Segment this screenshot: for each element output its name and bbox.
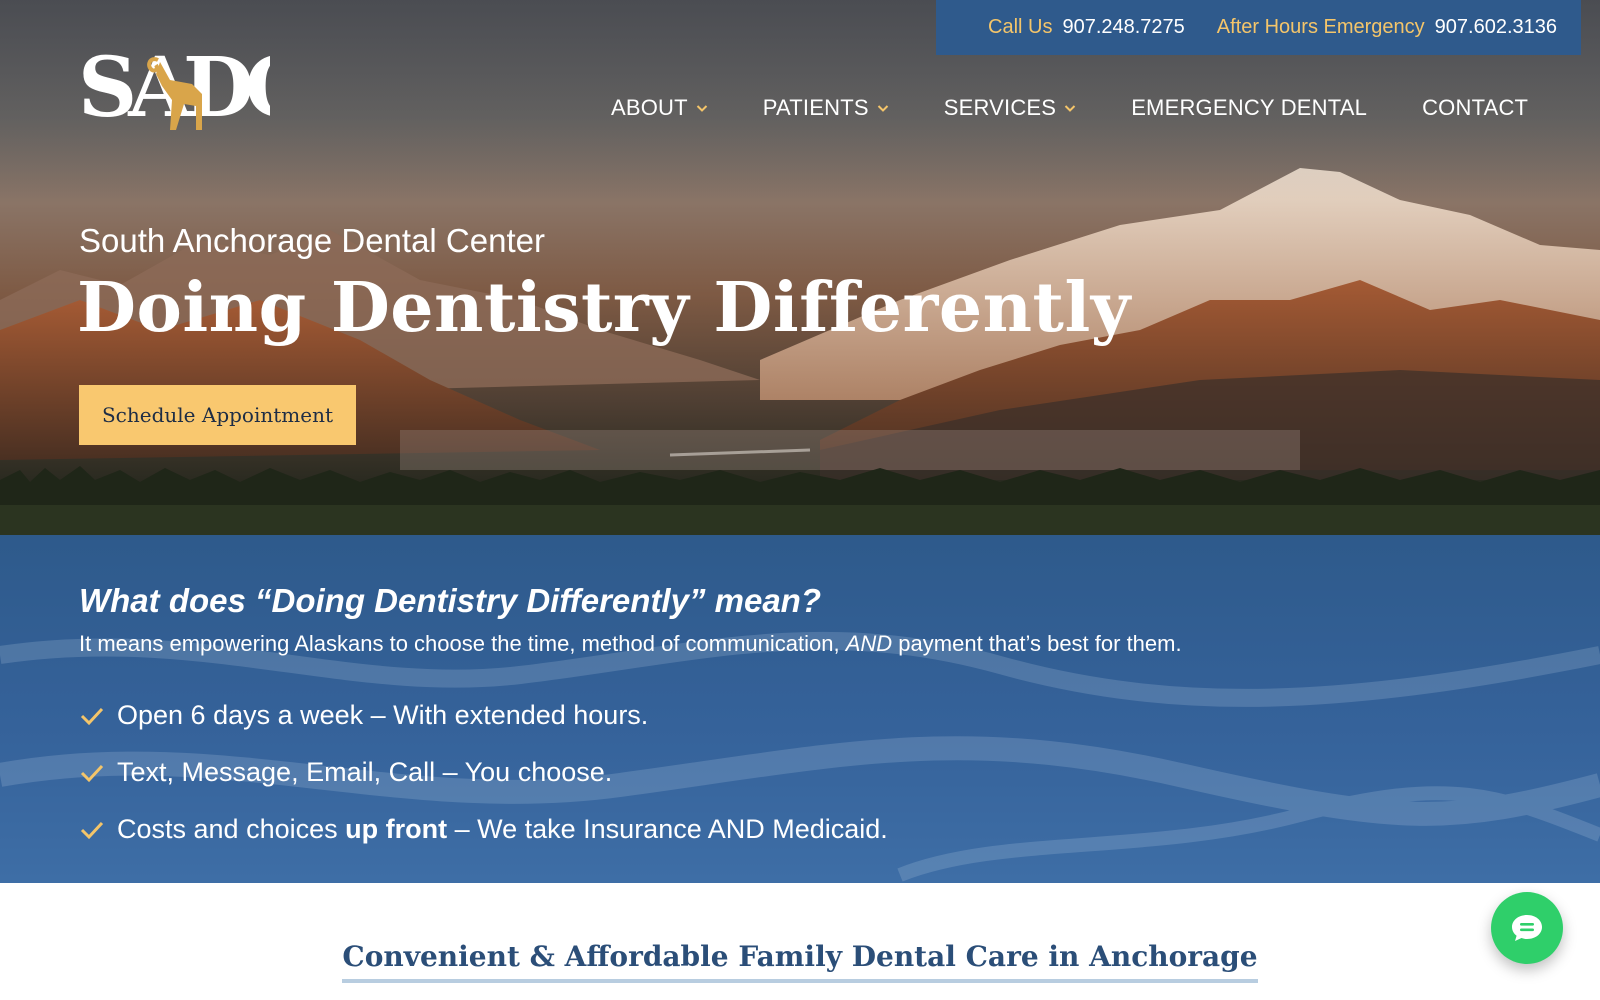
chevron-down-icon bbox=[1064, 105, 1076, 112]
hero-title: Doing Dentistry Differently bbox=[77, 268, 1131, 348]
list-item: Costs and choices up front – We take Ins… bbox=[79, 801, 888, 858]
nav-contact[interactable]: CONTACT bbox=[1422, 95, 1528, 121]
benefit-text-end: – We take Insurance AND Medicaid. bbox=[447, 814, 888, 844]
intro-title: Convenient & Affordable Family Dental Ca… bbox=[0, 940, 1600, 983]
emergency-number[interactable]: 907.602.3136 bbox=[1435, 16, 1557, 39]
nav-about-label: ABOUT bbox=[611, 95, 688, 120]
value-prop-heading: What does “Doing Dentistry Differently” … bbox=[79, 582, 821, 619]
lead-text-end: payment that’s best for them. bbox=[892, 631, 1182, 656]
call-us-label: Call Us bbox=[988, 16, 1053, 38]
main-nav: ABOUT PATIENTS SERVICES EMERGENCY DENTAL… bbox=[611, 90, 1528, 126]
lead-text-emphasis: AND bbox=[845, 631, 893, 656]
intro-title-text: Convenient & Affordable Family Dental Ca… bbox=[342, 940, 1258, 983]
list-item: Text, Message, Email, Call – You choose. bbox=[79, 744, 888, 801]
benefit-text: Open 6 days a week – With extended hours… bbox=[117, 700, 649, 730]
benefit-text: Text, Message, Email, Call – You choose. bbox=[117, 757, 613, 787]
nav-contact-label: CONTACT bbox=[1422, 95, 1529, 120]
nav-patients[interactable]: PATIENTS bbox=[763, 95, 889, 121]
check-icon bbox=[80, 707, 104, 725]
lead-text-start: It means empowering Alaskans to choose t… bbox=[79, 631, 846, 656]
nav-about[interactable]: ABOUT bbox=[611, 95, 708, 121]
benefits-list: Open 6 days a week – With extended hours… bbox=[79, 687, 888, 858]
chevron-down-icon bbox=[696, 105, 708, 112]
nav-patients-label: PATIENTS bbox=[762, 95, 869, 120]
sadc-logo-mark: SADC bbox=[78, 40, 316, 136]
call-us-group[interactable]: Call Us 907.248.7275 bbox=[988, 16, 1185, 39]
check-icon bbox=[80, 764, 104, 782]
value-prop-lead: It means empowering Alaskans to choose t… bbox=[79, 631, 1182, 657]
site-logo[interactable]: SADC bbox=[78, 36, 316, 136]
chat-icon bbox=[1512, 915, 1542, 941]
contact-topbar: Call Us 907.248.7275 After Hours Emergen… bbox=[936, 0, 1581, 55]
benefit-text: Costs and choices up front – We take Ins… bbox=[117, 814, 888, 845]
chevron-down-icon bbox=[877, 105, 888, 112]
emergency-group[interactable]: After Hours Emergency 907.602.3136 bbox=[1217, 16, 1557, 39]
nav-services-label: SERVICES bbox=[943, 95, 1057, 120]
nav-services[interactable]: SERVICES bbox=[944, 95, 1076, 121]
benefit-text-bold: up front bbox=[345, 814, 448, 844]
list-item: Open 6 days a week – With extended hours… bbox=[79, 687, 888, 744]
call-us-number[interactable]: 907.248.7275 bbox=[1062, 16, 1184, 39]
chat-button[interactable] bbox=[1491, 892, 1563, 964]
value-prop-section: What does “Doing Dentistry Differently” … bbox=[0, 535, 1600, 883]
hero-section: Call Us 907.248.7275 After Hours Emergen… bbox=[0, 0, 1600, 535]
check-icon bbox=[80, 821, 104, 839]
nav-emergency-dental[interactable]: EMERGENCY DENTAL bbox=[1131, 95, 1367, 121]
hero-subtitle: South Anchorage Dental Center bbox=[79, 222, 545, 259]
benefit-text-start: Costs and choices bbox=[117, 814, 346, 844]
nav-emergency-label: EMERGENCY DENTAL bbox=[1131, 95, 1368, 120]
emergency-label: After Hours Emergency bbox=[1216, 16, 1425, 38]
schedule-appointment-button[interactable]: Schedule Appointment bbox=[79, 385, 356, 445]
